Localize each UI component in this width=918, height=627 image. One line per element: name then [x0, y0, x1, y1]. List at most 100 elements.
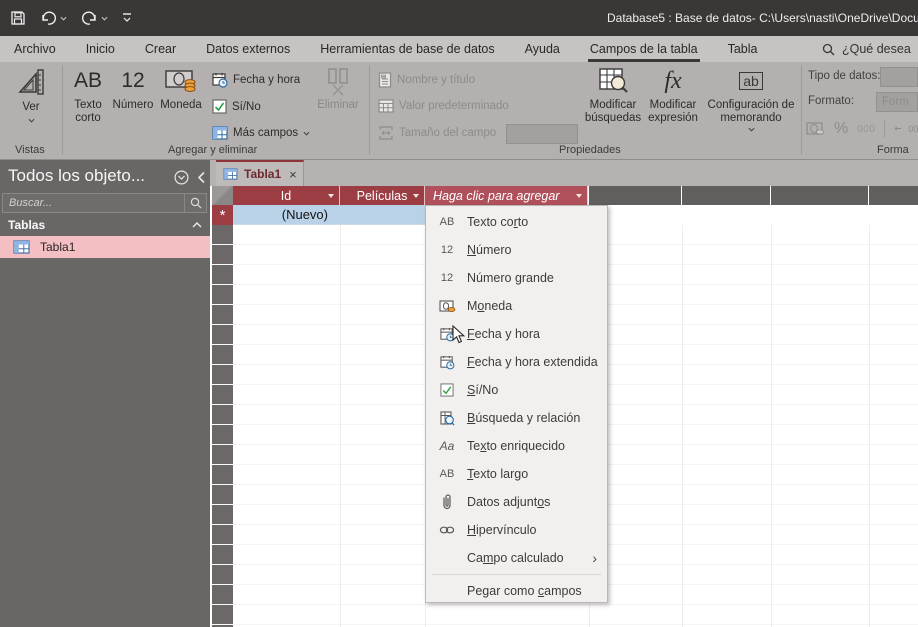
more-fields-button[interactable]: Más campos	[212, 126, 310, 140]
view-icon	[18, 69, 44, 95]
rich-text-icon: Aa	[439, 439, 455, 453]
column-dropdown-icon[interactable]	[576, 194, 582, 198]
group-label-agregar: Agregar y eliminar	[168, 144, 258, 156]
currency-button[interactable]: Moneda	[156, 66, 206, 112]
lookup-icon	[434, 410, 460, 426]
submenu-arrow-icon: ›	[592, 550, 597, 566]
menu-item-campo-calculado[interactable]: Campo calculado ›	[426, 544, 607, 572]
percent-icon: %	[834, 120, 849, 137]
nav-pane-title: Todos los objeto...	[8, 166, 146, 185]
table-icon	[212, 126, 228, 140]
menu-item-texto-largo[interactable]: AB Texto largo	[426, 460, 607, 488]
menu-item-hipervinculo[interactable]: CaHipervínculo	[426, 516, 607, 544]
number-icon: 12	[440, 244, 454, 256]
save-icon[interactable]	[10, 10, 26, 26]
menu-item-numero[interactable]: 12 Número	[426, 236, 607, 264]
tab-campos-de-la-tabla[interactable]: Campos de la tabla	[587, 36, 700, 63]
field-size-button: Tamaño del campo	[378, 126, 496, 140]
menu-item-pegar-como-campos[interactable]: Pegar como campos	[426, 578, 607, 604]
datasheet-header-row: Id Películas Haga clic para agregar	[210, 186, 918, 205]
menu-item-moneda[interactable]: Moneda	[426, 292, 607, 320]
customize-qat-button[interactable]	[122, 12, 132, 24]
field-size-input	[506, 124, 578, 144]
yes-no-button[interactable]: Sí/No	[212, 99, 261, 114]
empty-column-header	[682, 186, 771, 205]
column-header-id[interactable]: Id	[233, 186, 340, 205]
tab-herramientas[interactable]: Herramientas de base de datos	[320, 36, 494, 62]
number-button[interactable]: 12 Número	[110, 66, 156, 112]
calendar-clock-icon	[434, 355, 460, 370]
add-field-menu: AB Texto corto 12 Número 12 Número grand…	[425, 205, 608, 603]
title-bar: Database5 : Base de datos- C:\Users\nast…	[0, 0, 918, 36]
document-tab-tabla1[interactable]: Tabla1 ×	[216, 160, 304, 186]
shutter-close-icon[interactable]	[197, 171, 206, 184]
menu-separator	[432, 574, 601, 575]
column-dropdown-icon[interactable]	[413, 194, 419, 198]
tab-crear[interactable]: Crear	[145, 36, 176, 62]
menu-item-texto-corto[interactable]: AB Texto corto	[426, 208, 607, 236]
new-record-selector[interactable]: *	[212, 205, 233, 225]
group-separator	[62, 65, 63, 155]
group-separator	[369, 65, 370, 155]
checkbox-icon	[212, 99, 227, 114]
thousands-icon: 000	[857, 123, 876, 135]
redo-button[interactable]	[81, 11, 108, 26]
memo-settings-button[interactable]: ab Configuración de memorando	[704, 66, 798, 132]
column-dropdown-icon[interactable]	[328, 194, 334, 198]
short-text-icon: AB	[439, 216, 455, 228]
short-text-button[interactable]: AB Texto corto	[66, 66, 110, 125]
default-value-button: Valor predeterminado	[378, 99, 509, 113]
nav-item-tabla1[interactable]: Tabla1	[0, 236, 210, 258]
tab-ayuda[interactable]: Ayuda	[525, 36, 560, 62]
hyperlink-icon	[434, 525, 460, 535]
tab-datos-externos[interactable]: Datos externos	[206, 36, 290, 62]
nav-section-tablas[interactable]: Tablas	[0, 214, 210, 236]
modify-lookups-button[interactable]: Modificar búsquedas	[584, 66, 642, 125]
menu-item-fecha-extendida[interactable]: Fecha y hora extendida	[426, 348, 607, 376]
select-all-cell[interactable]	[212, 186, 233, 205]
format-label: Formato:	[808, 95, 855, 107]
delete-button: Eliminar	[312, 66, 364, 112]
memo-settings-icon: ab	[739, 66, 763, 96]
tab-tabla[interactable]: Tabla	[728, 36, 758, 62]
menu-item-si-no[interactable]: Sí/No	[426, 376, 607, 404]
close-tab-icon[interactable]: ×	[289, 167, 297, 182]
undo-button[interactable]	[40, 11, 67, 26]
group-separator	[801, 65, 802, 155]
large-number-icon: 12	[440, 272, 454, 284]
date-time-button[interactable]: Fecha y hora	[212, 72, 300, 88]
navigation-pane: Todos los objeto... Buscar... Tablas Tab…	[0, 160, 210, 627]
view-button[interactable]: Ver	[8, 66, 54, 123]
modify-expression-button[interactable]: fx Modificar expresión	[644, 66, 702, 125]
search-icon	[822, 43, 835, 55]
menu-item-texto-enriquecido[interactable]: Aa Texto enriquecido	[426, 432, 607, 460]
tell-me-search[interactable]: ¿Qué desea	[822, 36, 911, 62]
menu-item-datos-adjuntos[interactable]: Datos adjuntos	[426, 488, 607, 516]
paperclip-icon	[434, 494, 460, 510]
nav-menu-icon[interactable]	[174, 170, 189, 185]
tab-archivo[interactable]: Archivo	[14, 36, 56, 62]
document-area: Tabla1 × Id Películas Haga clic para agr…	[210, 160, 918, 627]
chevron-down-icon	[28, 118, 34, 123]
currency-icon	[434, 299, 460, 313]
column-header-peliculas[interactable]: Películas	[340, 186, 425, 205]
menu-item-numero-grande[interactable]: 12 Número grande	[426, 264, 607, 292]
nav-search-box[interactable]: Buscar...	[2, 193, 207, 213]
empty-column-header	[771, 186, 869, 205]
document-tab-strip: Tabla1 ×	[210, 160, 918, 186]
table-icon	[223, 168, 238, 180]
column-header-add-field[interactable]: Haga clic para agregar	[425, 186, 588, 205]
format-select: Form	[876, 92, 918, 112]
currency-format-icon	[806, 122, 824, 135]
tab-inicio[interactable]: Inicio	[86, 36, 115, 62]
default-value-icon	[378, 99, 394, 113]
table-search-icon	[599, 68, 628, 93]
menu-item-busqueda-relacion[interactable]: Búsqueda y relación	[426, 404, 607, 432]
new-record-id-cell[interactable]: (Nuevo)	[233, 205, 340, 225]
chevron-down-icon	[101, 16, 108, 21]
search-icon[interactable]	[184, 194, 206, 212]
delete-columns-icon	[328, 68, 348, 96]
chevron-down-icon	[748, 127, 754, 132]
new-record-peliculas-cell[interactable]	[340, 205, 425, 225]
mouse-cursor	[452, 325, 466, 345]
